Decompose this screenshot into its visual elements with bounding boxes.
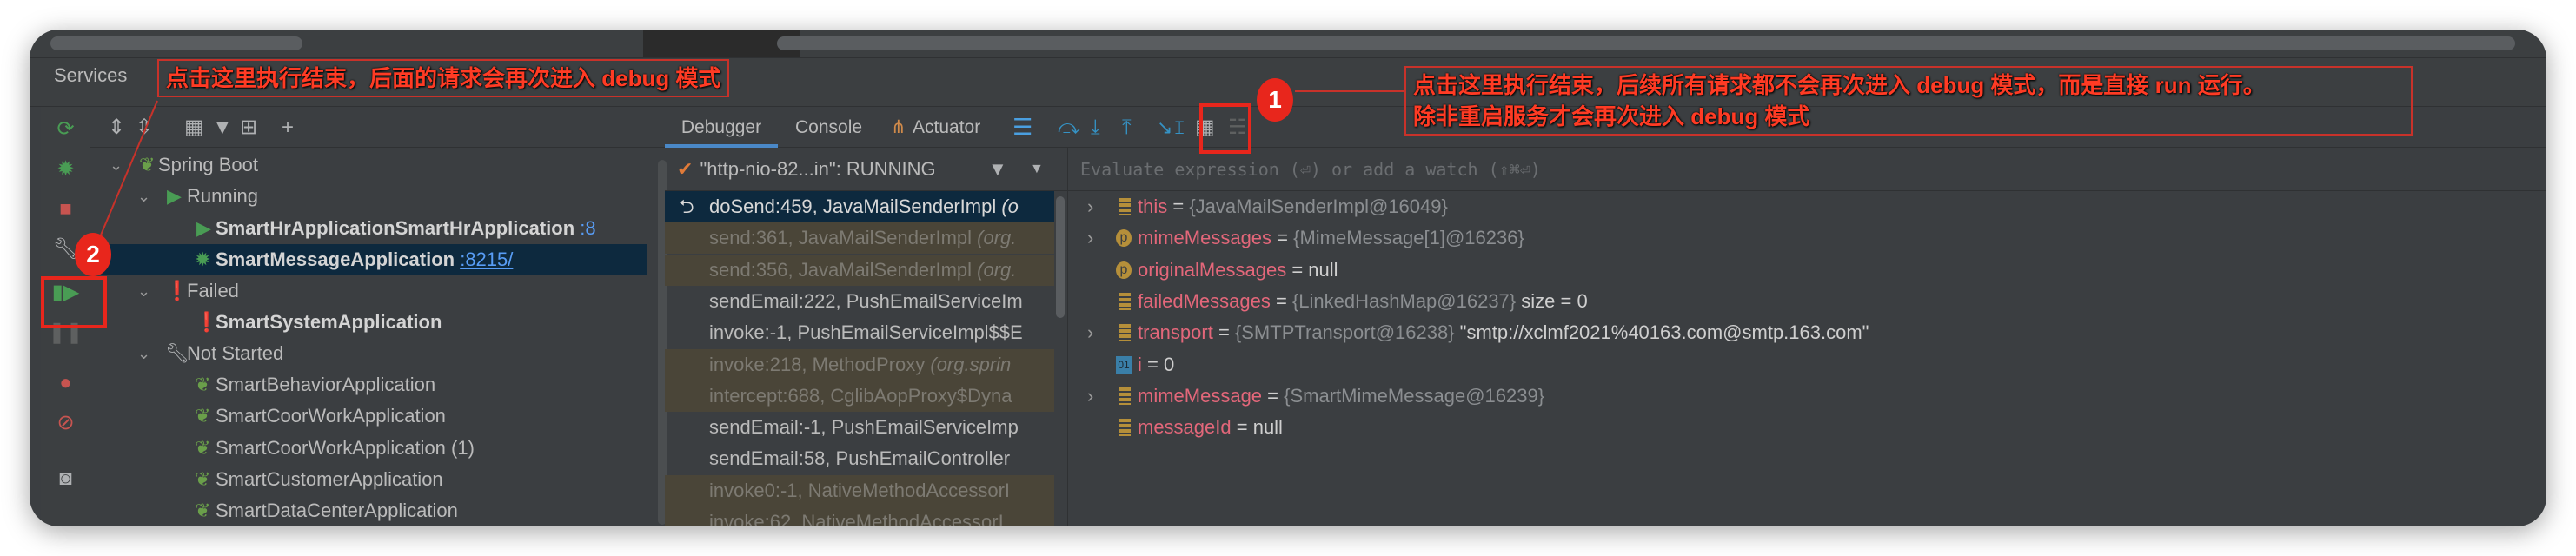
badge-1: 1 — [1257, 78, 1293, 122]
highlight-run-to-cursor — [1199, 103, 1251, 154]
highlight-resume-program — [41, 276, 107, 328]
badge-2: 2 — [75, 233, 111, 276]
annotation-connector-2 — [96, 100, 158, 244]
